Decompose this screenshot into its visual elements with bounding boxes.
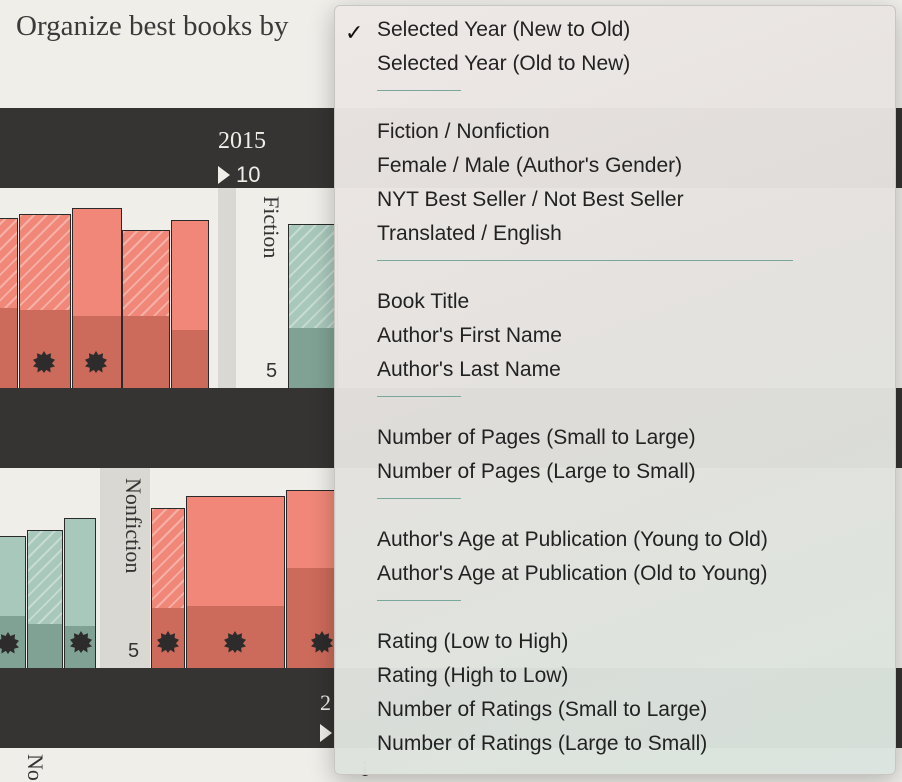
menu-item[interactable]: Rating (Low to High) [377, 630, 568, 654]
menu-separator [377, 260, 793, 261]
book[interactable] [0, 536, 26, 668]
shelf-count: 5 [128, 640, 140, 662]
menu-separator [377, 600, 461, 601]
menu-item[interactable]: Rating (High to Low) [377, 664, 568, 688]
menu-item[interactable]: Number of Ratings (Small to Large) [377, 698, 707, 722]
book[interactable] [122, 230, 170, 388]
shelf-label-nonfiction: Nonfiction [121, 478, 146, 574]
book[interactable] [0, 218, 18, 388]
triangle-right-icon [320, 724, 332, 742]
book[interactable] [286, 490, 336, 668]
book[interactable] [151, 508, 185, 668]
menu-separator [377, 396, 461, 397]
book[interactable] [186, 496, 285, 668]
shelf-label-fiction: Fiction [259, 196, 284, 259]
menu-item[interactable]: Author's Age at Publication (Old to Youn… [377, 562, 767, 586]
menu-item[interactable]: Author's Last Name [377, 358, 561, 382]
book[interactable] [288, 224, 338, 388]
menu-separator [377, 90, 461, 91]
checkmark-icon: ✓ [345, 20, 364, 45]
menu-item[interactable]: Female / Male (Author's Gender) [377, 154, 682, 178]
menu-item[interactable]: Number of Pages (Small to Large) [377, 426, 696, 450]
book[interactable] [72, 208, 122, 388]
menu-item[interactable]: Fiction / Nonfiction [377, 120, 550, 144]
menu-item[interactable]: Selected Year (New to Old) [377, 18, 630, 42]
book[interactable] [27, 530, 63, 668]
menu-item[interactable]: NYT Best Seller / Not Best Seller [377, 188, 684, 212]
triangle-right-icon [218, 166, 230, 184]
shelf-count: 5 [266, 360, 278, 382]
menu-item[interactable]: Author's First Name [377, 324, 562, 348]
menu-item[interactable]: Number of Pages (Large to Small) [377, 460, 696, 484]
book[interactable] [171, 220, 209, 388]
year-label: 2015 [218, 128, 266, 154]
year-count: 10 [218, 162, 260, 188]
next-year-count [320, 724, 332, 747]
menu-item[interactable]: Selected Year (Old to New) [377, 52, 630, 76]
menu-separator [377, 498, 461, 499]
page-title: Organize best books by [16, 10, 289, 42]
menu-item[interactable]: Number of Ratings (Large to Small) [377, 732, 707, 756]
menu-item[interactable]: Translated / English [377, 222, 562, 246]
next-year-label: 2 [320, 690, 331, 715]
menu-item[interactable]: Book Title [377, 290, 469, 314]
book[interactable] [19, 214, 71, 388]
sort-dropdown-menu[interactable]: ✓ Selected Year (New to Old) Selected Yea… [334, 5, 896, 775]
bottom-fragment-left: No [23, 754, 48, 781]
menu-item[interactable]: Author's Age at Publication (Young to Ol… [377, 528, 768, 552]
book[interactable] [64, 518, 96, 668]
year-count-value: 10 [236, 162, 261, 187]
